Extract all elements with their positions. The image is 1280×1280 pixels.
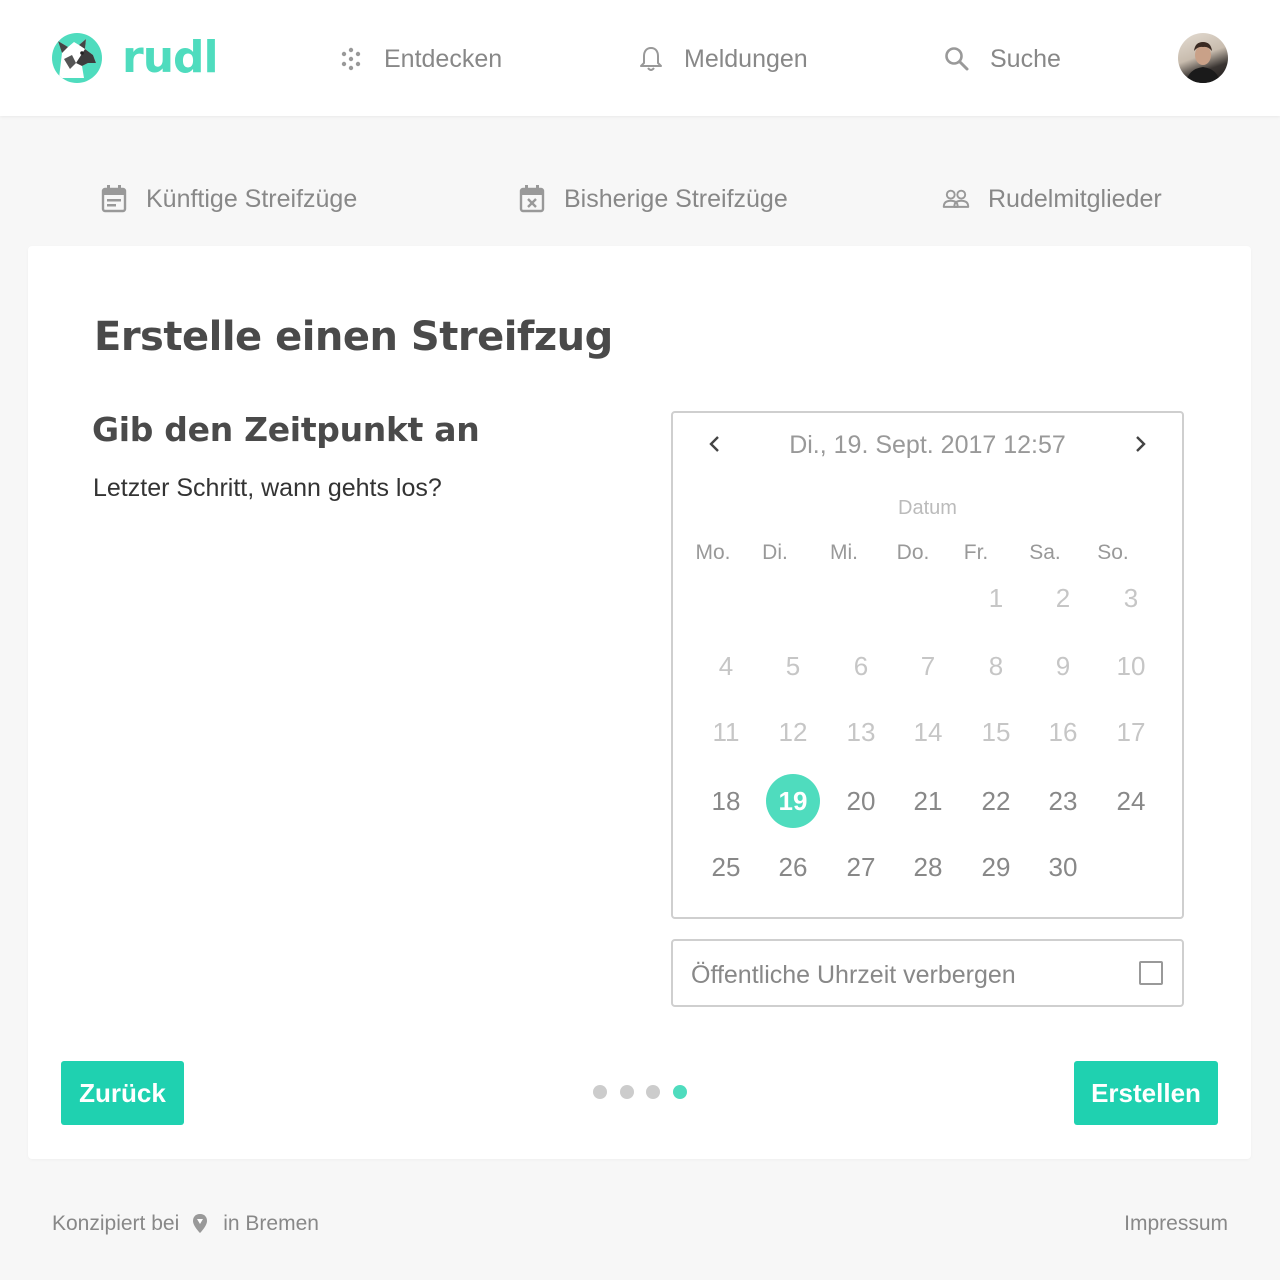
calendar-day[interactable]: 3 [1104, 571, 1158, 625]
calendar-day[interactable]: 24 [1104, 774, 1158, 828]
top-header: rudl Entdecken Meldungen Suche [0, 0, 1280, 116]
calendar-day[interactable]: 12 [766, 705, 820, 759]
selected-datetime: Di., 19. Sept. 2017 12:57 [789, 431, 1066, 459]
tab-members-label: Rudelmitglieder [988, 184, 1162, 213]
tab-past-trips[interactable]: Bisherige Streifzüge [518, 180, 788, 218]
dots-grid-icon [338, 46, 364, 72]
calendar-day[interactable]: 14 [901, 705, 955, 759]
calendar-cancel-icon [518, 183, 546, 215]
calendar-day[interactable]: 27 [834, 840, 888, 894]
calendar-day[interactable]: 29 [969, 840, 1023, 894]
imprint-link[interactable]: Impressum [1124, 1212, 1228, 1236]
calendar-day[interactable]: 1 [969, 571, 1023, 625]
bell-icon [638, 46, 664, 72]
search-icon [944, 46, 970, 72]
weekday-label: Di. [762, 541, 788, 564]
calendar-day[interactable]: 5 [766, 639, 820, 693]
calendar-day[interactable]: 8 [969, 639, 1023, 693]
nav-search[interactable]: Suche [944, 40, 1061, 78]
calendar-day[interactable]: 17 [1104, 705, 1158, 759]
chevron-right-icon [1136, 436, 1146, 452]
calendar-day[interactable]: 26 [766, 840, 820, 894]
calendar-day[interactable]: 20 [834, 774, 888, 828]
calendar-day[interactable]: 21 [901, 774, 955, 828]
nav-search-label: Suche [990, 44, 1061, 73]
calendar-day[interactable]: 4 [699, 639, 753, 693]
calendar-day[interactable]: 15 [969, 705, 1023, 759]
weekday-label: So. [1097, 541, 1129, 564]
brand-logo[interactable]: rudl [52, 32, 219, 83]
weekday-label: Fr. [963, 541, 989, 564]
calendar-day-selected[interactable]: 19 [766, 774, 820, 828]
next-month-button[interactable] [1120, 427, 1160, 461]
weekday-label: Sa. [1029, 541, 1061, 564]
nav-notifications-label: Meldungen [684, 44, 808, 73]
step-dot[interactable] [619, 1085, 634, 1099]
group-icon [942, 183, 970, 215]
step-title: Gib den Zeitpunkt an [92, 410, 480, 449]
back-button[interactable]: Zurück [61, 1061, 184, 1125]
calendar-day[interactable]: 10 [1104, 639, 1158, 693]
weekday-label: Do. [896, 541, 930, 564]
calendar-day[interactable]: 9 [1036, 639, 1090, 693]
calendar-day[interactable]: 18 [699, 774, 753, 828]
map-pin-icon [191, 1213, 209, 1235]
step-dot-active[interactable] [672, 1085, 687, 1099]
calendar-day[interactable]: 22 [969, 774, 1023, 828]
step-subtitle: Letzter Schritt, wann gehts los? [93, 474, 442, 502]
weekday-label: Mi. [830, 541, 858, 564]
calendar-day[interactable]: 28 [901, 840, 955, 894]
tab-upcoming-trips[interactable]: Künftige Streifzüge [100, 180, 357, 218]
wolf-logo-icon [52, 33, 102, 83]
weekday-label: Mo. [695, 541, 731, 564]
tab-upcoming-label: Künftige Streifzüge [146, 184, 358, 213]
create-button[interactable]: Erstellen [1074, 1061, 1218, 1125]
page-title: Erstelle einen Streifzug [94, 314, 613, 360]
footer-prefix: Konzipiert bei [52, 1212, 180, 1235]
footer-suffix: in Bremen [223, 1212, 319, 1235]
step-dot[interactable] [593, 1085, 607, 1099]
calendar-day[interactable]: 6 [834, 639, 888, 693]
calendar-day[interactable]: 16 [1036, 705, 1090, 759]
date-picker: Di., 19. Sept. 2017 12:57 Datum Mo. Di. Mi… [671, 411, 1184, 919]
footer-credit: Konzipiert bei in Bremen [52, 1212, 319, 1236]
step-dot[interactable] [646, 1085, 660, 1099]
calendar-day[interactable]: 25 [699, 840, 753, 894]
calendar-day[interactable]: 23 [1036, 774, 1090, 828]
date-section-label: Datum [898, 497, 957, 519]
calendar-day[interactable]: 13 [834, 705, 888, 759]
nav-discover-label: Entdecken [384, 44, 503, 73]
hide-public-time-toggle[interactable]: Öffentliche Uhrzeit verbergen [671, 939, 1184, 1007]
tab-past-label: Bisherige Streifzüge [564, 184, 788, 213]
nav-discover[interactable]: Entdecken [338, 40, 502, 78]
calendar-day[interactable]: 7 [901, 639, 955, 693]
calendar-day[interactable]: 2 [1036, 571, 1090, 625]
calendar-icon [100, 183, 128, 215]
create-trip-card: Erstelle einen Streifzug Gib den Zeitpun… [28, 246, 1251, 1159]
calendar-day[interactable]: 11 [699, 705, 753, 759]
hide-public-time-label: Öffentliche Uhrzeit verbergen [691, 961, 1016, 989]
hide-public-time-checkbox[interactable] [1139, 961, 1163, 985]
tab-pack-members[interactable]: Rudelmitglieder [942, 180, 1162, 218]
nav-notifications[interactable]: Meldungen [638, 40, 808, 78]
user-avatar[interactable] [1178, 33, 1228, 83]
calendar-day[interactable]: 30 [1036, 840, 1090, 894]
brand-name: rudl [122, 32, 219, 83]
step-indicator [593, 1085, 699, 1099]
